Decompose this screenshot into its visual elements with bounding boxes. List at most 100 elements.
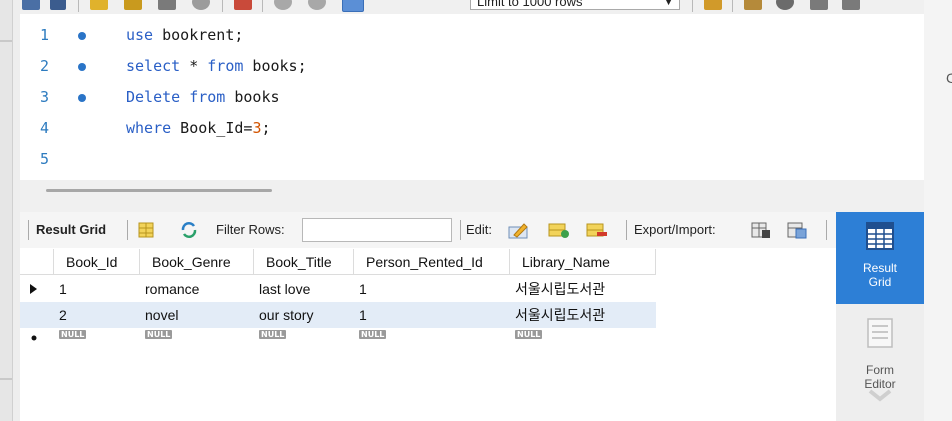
open-folder-icon[interactable] [22, 0, 40, 10]
column-header[interactable]: Library_Name [510, 249, 656, 275]
wrap-lines-icon[interactable] [842, 0, 860, 10]
chevron-down-icon[interactable] [867, 388, 893, 402]
grid-cell[interactable]: our story [254, 302, 354, 328]
refresh-icon[interactable] [180, 221, 198, 239]
form-editor-icon [867, 318, 893, 348]
import-icon[interactable] [786, 221, 808, 239]
null-cell[interactable]: NULL [510, 328, 656, 344]
line-number: 5 [40, 150, 50, 168]
code-text: use bookrent; [126, 20, 243, 51]
save-icon[interactable] [50, 0, 66, 10]
code-line[interactable]: 1 use bookrent; [20, 20, 924, 51]
new-row-marker-icon [20, 328, 50, 344]
autocommit-icon[interactable] [342, 0, 364, 12]
result-panel: Result Grid Filter Rows: Edit: Export/Im… [20, 212, 836, 421]
new-row[interactable]: NULL NULL NULL NULL NULL [20, 328, 656, 344]
edit-row-icon[interactable] [508, 221, 530, 239]
null-badge: NULL [515, 330, 543, 339]
toolbar-separator [78, 0, 79, 12]
filter-rows-label: Filter Rows: [216, 222, 285, 237]
grid-cell[interactable]: romance [140, 276, 254, 302]
sql-keyword: from [207, 57, 244, 75]
left-gutter [0, 0, 13, 421]
toolbar-separator [222, 0, 223, 12]
sql-keyword: select [126, 57, 181, 75]
invisible-chars-icon[interactable] [810, 0, 828, 10]
toolbar-separator [626, 220, 627, 240]
toolbar-separator [28, 220, 29, 240]
code-line[interactable]: 2 select * from books; [20, 51, 924, 82]
toggle-error-icon[interactable] [234, 0, 252, 10]
grid-cell[interactable]: 1 [54, 276, 140, 302]
filter-rows-input[interactable] [302, 218, 452, 242]
grid-cell[interactable]: last love [254, 276, 354, 302]
null-cell[interactable]: NULL [140, 328, 254, 344]
commit-icon[interactable] [274, 0, 292, 10]
code-line[interactable]: 5 [20, 144, 924, 175]
code-line[interactable]: 4 where Book_Id=3; [20, 113, 924, 144]
execute-current-icon[interactable] [124, 0, 142, 10]
toolbar-separator [692, 0, 693, 12]
execute-icon[interactable] [90, 0, 108, 10]
statement-marker-icon [78, 63, 86, 71]
panel-splitter[interactable] [20, 180, 924, 212]
result-grid-view-button[interactable]: Result Grid [836, 212, 924, 304]
table-row[interactable]: 1 romance last love 1 서울시립도서관 [20, 276, 656, 302]
edit-label: Edit: [466, 222, 493, 237]
stop-icon[interactable] [192, 0, 210, 10]
gutter-mark [0, 40, 12, 42]
toolbar-separator [460, 220, 461, 240]
null-badge: NULL [59, 330, 87, 339]
export-icon[interactable] [750, 221, 772, 239]
grid-cell[interactable]: 서울시립도서관 [510, 302, 656, 328]
sql-token: * [180, 57, 208, 75]
sql-token: bookrent; [153, 26, 244, 44]
column-header[interactable]: Book_Id [54, 249, 140, 275]
null-cell[interactable]: NULL [254, 328, 354, 344]
grid-layout-icon[interactable] [137, 221, 155, 239]
beautify-icon[interactable] [744, 0, 762, 10]
code-line[interactable]: 3 Delete from books [20, 82, 924, 113]
search-icon[interactable] [776, 0, 794, 10]
sql-token: ; [261, 119, 271, 137]
add-snippet-icon[interactable] [704, 0, 722, 10]
sql-keyword: Delete [126, 88, 181, 106]
line-number: 4 [40, 119, 50, 137]
table-row[interactable]: 2 novel our story 1 서울시립도서관 [20, 302, 656, 328]
editor-toolbar: Limit to 1000 rows ▼ [20, 0, 924, 14]
column-header[interactable]: Person_Rented_Id [354, 249, 510, 275]
form-editor-view-label: Form Editor [864, 363, 896, 391]
rollback-icon[interactable] [308, 0, 326, 10]
add-row-icon[interactable] [548, 221, 570, 239]
chevron-down-icon: ▼ [664, 0, 673, 7]
form-editor-view-button[interactable]: Form Editor [836, 316, 924, 416]
column-header[interactable]: Book_Genre [140, 249, 254, 275]
toolbar-separator [732, 0, 733, 12]
sql-token: books; [243, 57, 307, 75]
current-row-indicator-icon[interactable] [20, 276, 50, 302]
toolbar-separator [262, 0, 263, 12]
limit-rows-select[interactable]: Limit to 1000 rows ▼ [470, 0, 680, 10]
delete-row-icon[interactable] [586, 221, 608, 239]
column-header[interactable]: Book_Title [254, 249, 354, 275]
explain-icon[interactable] [158, 0, 176, 10]
grid-cell[interactable]: 2 [54, 302, 140, 328]
null-badge: NULL [259, 330, 287, 339]
null-cell[interactable]: NULL [54, 328, 140, 344]
grid-cell[interactable]: 1 [354, 276, 510, 302]
grid-header-row: Book_Id Book_Genre Book_Title Person_Rented… [20, 249, 656, 275]
result-toolbar: Result Grid Filter Rows: Edit: Export/Im… [20, 212, 836, 248]
code-text: Delete from books [126, 82, 280, 113]
grid-corner [20, 249, 54, 275]
statement-marker-icon [78, 32, 86, 40]
null-badge: NULL [359, 330, 387, 339]
null-cell[interactable]: NULL [354, 328, 510, 344]
row-selector[interactable] [20, 302, 50, 328]
code-text: where Book_Id=3; [126, 113, 271, 144]
grid-cell[interactable]: 서울시립도서관 [510, 276, 656, 302]
sql-editor[interactable]: 1 use bookrent; 2 select * from books; 3 Dele… [20, 14, 924, 180]
grid-cell[interactable]: 1 [354, 302, 510, 328]
horizontal-scrollbar[interactable] [46, 189, 272, 192]
grid-cell[interactable]: novel [140, 302, 254, 328]
